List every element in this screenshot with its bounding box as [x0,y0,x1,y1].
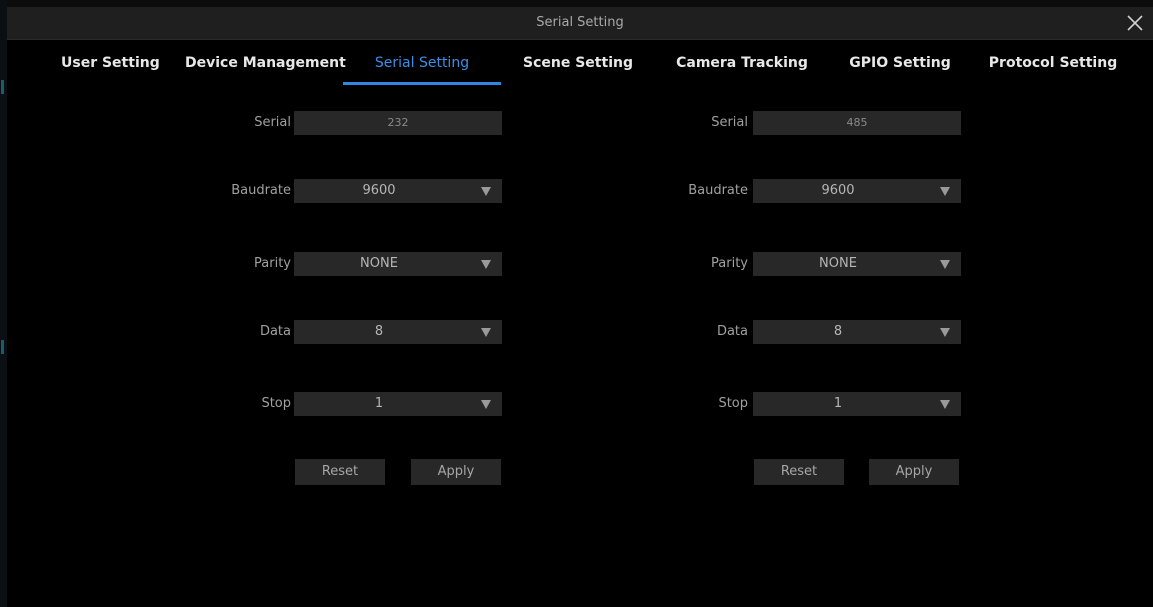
chevron-down-icon [940,400,950,409]
chevron-down-icon [481,328,491,337]
background-strip [0,0,1153,7]
serial-label: Serial [711,115,748,130]
baudrate-select[interactable]: 9600 [753,179,961,203]
chevron-down-icon [481,187,491,196]
stop-label: Stop [261,396,291,411]
baudrate-value: 9600 [821,183,855,198]
tab-bar: User Setting Device Management Serial Se… [7,40,1153,86]
tab-camera-tracking[interactable]: Camera Tracking [672,40,812,86]
chevron-down-icon [940,328,950,337]
serial-label: Serial [254,115,291,130]
parity-label: Parity [254,256,291,271]
baudrate-select[interactable]: 9600 [294,179,502,203]
tab-protocol-setting[interactable]: Protocol Setting [982,40,1124,86]
reset-button[interactable]: Reset [295,459,385,485]
serial-field: 232 [294,111,502,135]
parity-value: NONE [819,256,857,271]
close-button[interactable] [1123,11,1147,35]
chevron-down-icon [940,187,950,196]
chevron-down-icon [481,400,491,409]
baudrate-label: Baudrate [688,183,748,198]
stop-value: 1 [833,396,843,411]
serial-field: 485 [753,111,961,135]
parity-select[interactable]: NONE [753,252,961,276]
tab-scene-setting[interactable]: Scene Setting [518,40,638,86]
data-label: Data [716,324,748,339]
chevron-down-icon [940,260,950,269]
baudrate-value: 9600 [362,183,396,198]
tab-device-management[interactable]: Device Management [185,40,346,86]
serial-value: 232 [387,116,409,129]
serial-setting-dialog: Serial Setting User Setting Device Manag… [7,7,1153,607]
edge-mark [1,80,4,94]
stop-label: Stop [718,396,748,411]
tab-serial-setting[interactable]: Serial Setting [343,40,501,86]
parity-label: Parity [711,256,748,271]
data-select[interactable]: 8 [753,320,961,344]
chevron-down-icon [481,260,491,269]
tab-user-setting[interactable]: User Setting [61,40,160,86]
tab-gpio-setting[interactable]: GPIO Setting [844,40,956,86]
data-value: 8 [374,324,384,339]
close-icon [1127,15,1143,31]
background-edge [0,0,7,607]
stop-select[interactable]: 1 [753,392,961,416]
parity-select[interactable]: NONE [294,252,502,276]
reset-button[interactable]: Reset [754,459,844,485]
apply-button[interactable]: Apply [411,459,501,485]
apply-button[interactable]: Apply [869,459,959,485]
dialog-title: Serial Setting [536,15,624,30]
serial-value: 485 [846,116,868,129]
title-bar: Serial Setting [7,7,1153,40]
stop-select[interactable]: 1 [294,392,502,416]
data-label: Data [259,324,291,339]
parity-value: NONE [360,256,398,271]
baudrate-label: Baudrate [231,183,291,198]
data-select[interactable]: 8 [294,320,502,344]
stop-value: 1 [374,396,384,411]
data-value: 8 [833,324,843,339]
edge-mark [1,340,4,354]
